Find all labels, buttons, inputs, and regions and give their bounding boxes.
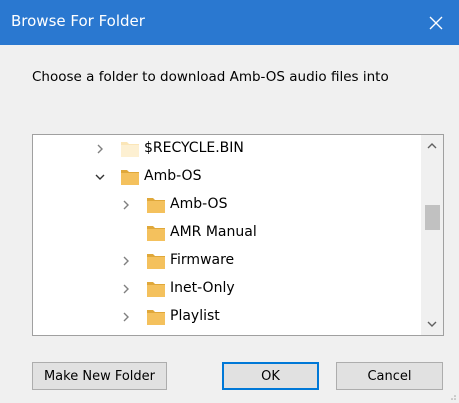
- folder-icon: [146, 251, 166, 270]
- chevron-right-icon[interactable]: [119, 310, 133, 324]
- chevron-right-icon[interactable]: [119, 254, 133, 268]
- folder-icon: [120, 167, 140, 186]
- folder-tree[interactable]: $RECYCLE.BIN Amb-OS Amb-OS AMR Manual Fi…: [32, 134, 444, 336]
- title-bar[interactable]: Browse For Folder: [0, 0, 459, 45]
- cancel-button[interactable]: Cancel: [336, 362, 443, 390]
- chevron-down-icon[interactable]: [93, 170, 107, 184]
- chevron-right-icon[interactable]: [93, 142, 107, 156]
- tree-item-inet-only[interactable]: Inet-Only: [33, 275, 417, 303]
- folder-icon: [146, 279, 166, 298]
- vertical-scrollbar[interactable]: [421, 135, 443, 335]
- tree-item-amb-os-root[interactable]: Amb-OS: [33, 163, 417, 191]
- folder-icon: [146, 223, 166, 242]
- tree-item-label: Inet-Only: [170, 280, 235, 296]
- tree-item-playlist[interactable]: Playlist: [33, 303, 417, 331]
- browse-for-folder-dialog: Browse For Folder Choose a folder to dow…: [0, 0, 459, 403]
- scrollbar-thumb[interactable]: [425, 205, 440, 230]
- folder-icon: [120, 139, 140, 158]
- chevron-right-icon[interactable]: [119, 198, 133, 212]
- window-title: Browse For Folder: [11, 12, 145, 30]
- folder-icon: [146, 307, 166, 326]
- tree-item-label: $RECYCLE.BIN: [144, 140, 244, 156]
- tree-item-recycle-bin[interactable]: $RECYCLE.BIN: [33, 135, 417, 163]
- folder-icon: [146, 195, 166, 214]
- chevron-right-icon[interactable]: [119, 282, 133, 296]
- tree-item-label: AMR Manual: [170, 224, 257, 240]
- tree-item-label: Firmware: [170, 252, 235, 268]
- chevron-up-icon: [427, 143, 437, 149]
- tree-item-amr-manual[interactable]: AMR Manual: [33, 219, 417, 247]
- chevron-down-icon: [427, 321, 437, 327]
- tree-item-label: Amb-OS: [170, 196, 228, 212]
- tree-item-amb-os-sub[interactable]: Amb-OS: [33, 191, 417, 219]
- resize-grip-icon[interactable]: [447, 391, 457, 401]
- scroll-up-button[interactable]: [421, 135, 443, 157]
- tree-item-label: Playlist: [170, 308, 220, 324]
- instruction-text: Choose a folder to download Amb-OS audio…: [32, 69, 389, 85]
- tree-item-firmware[interactable]: Firmware: [33, 247, 417, 275]
- close-icon: [429, 16, 443, 29]
- tree-item-label: Amb-OS: [144, 168, 202, 184]
- ok-button[interactable]: OK: [222, 362, 319, 390]
- scroll-down-button[interactable]: [421, 313, 443, 335]
- close-button[interactable]: [413, 0, 459, 45]
- make-new-folder-button[interactable]: Make New Folder: [32, 362, 167, 390]
